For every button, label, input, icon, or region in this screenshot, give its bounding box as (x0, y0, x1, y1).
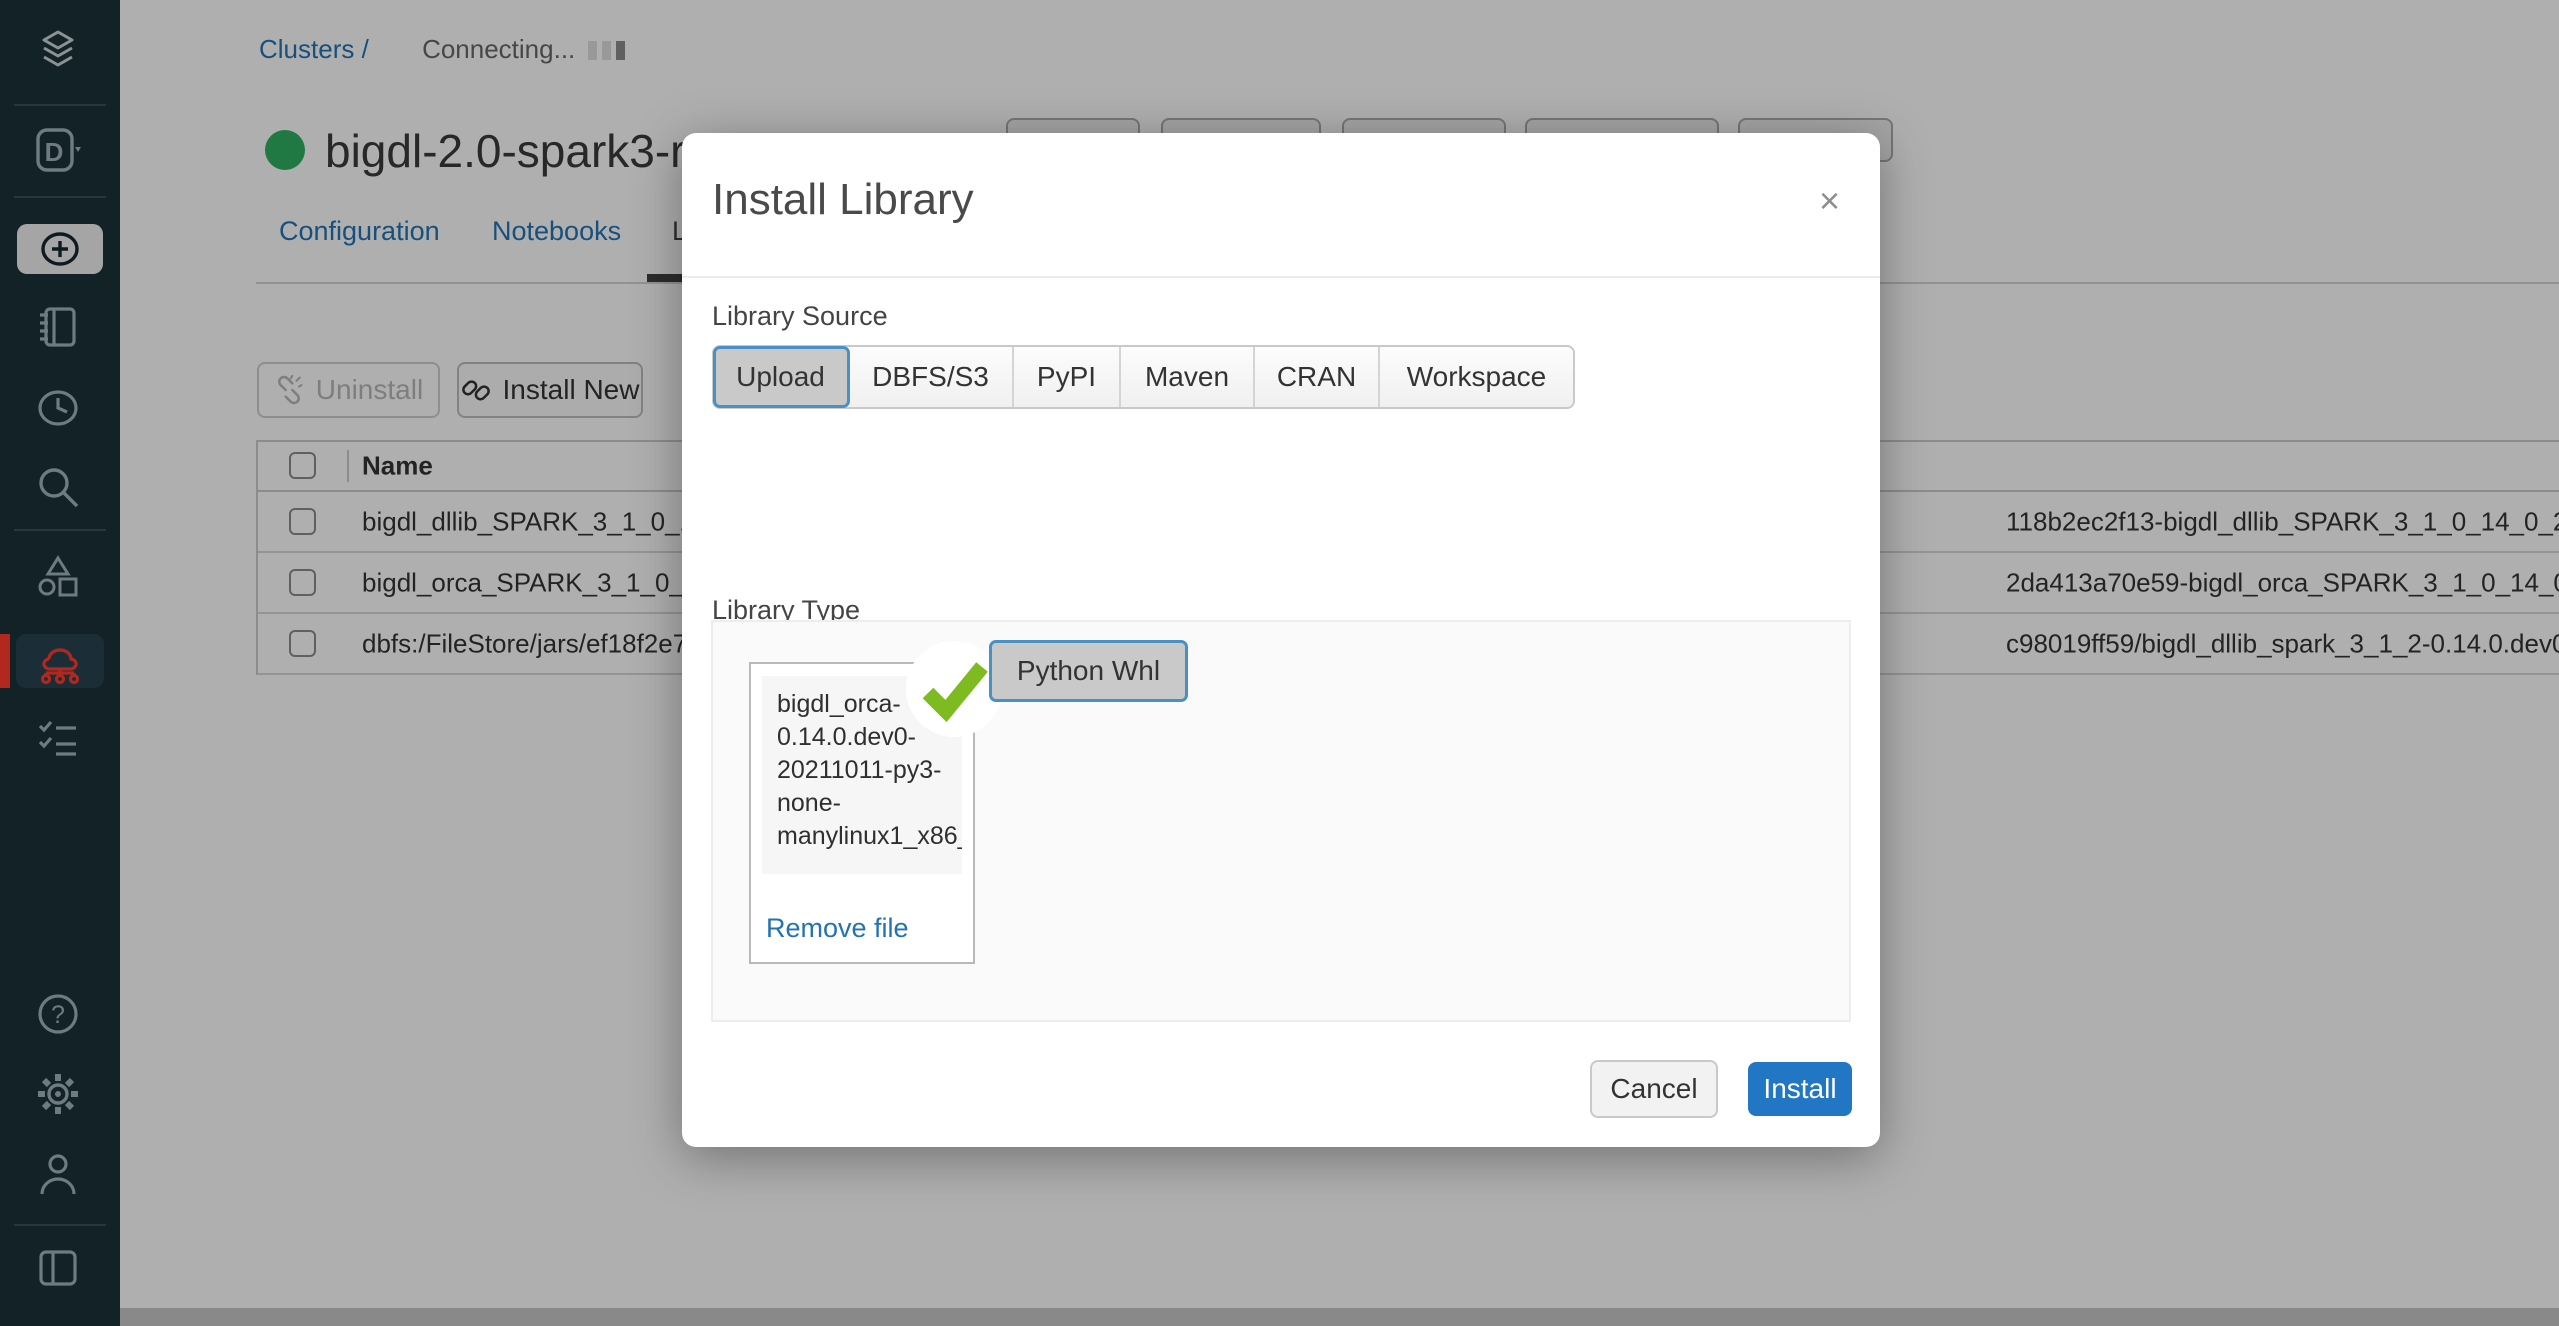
modal-header: Install Library × (682, 133, 1880, 278)
library-source-label: Library Source (712, 301, 888, 332)
source-option-upload[interactable]: Upload (714, 347, 849, 407)
close-icon[interactable]: × (1819, 183, 1840, 219)
install-button[interactable]: Install (1748, 1062, 1852, 1116)
file-drop-zone[interactable]: bigdl_orca- 0.14.0.dev0- 20211011-py3- n… (711, 620, 1851, 1022)
source-option-dbfs-s3[interactable]: DBFS/S3 (849, 347, 1014, 407)
source-option-pypi[interactable]: PyPI (1014, 347, 1121, 407)
library-source-group: Upload DBFS/S3 PyPI Maven CRAN Workspace (712, 345, 1575, 409)
type-option-python-whl[interactable]: Python Whl (990, 641, 1187, 701)
source-option-maven[interactable]: Maven (1121, 347, 1255, 407)
install-library-modal: Install Library × Library Source Upload … (682, 133, 1880, 1147)
source-option-workspace[interactable]: Workspace (1380, 347, 1573, 407)
uploaded-file-tile: bigdl_orca- 0.14.0.dev0- 20211011-py3- n… (749, 662, 975, 964)
cancel-button[interactable]: Cancel (1590, 1060, 1718, 1118)
modal-title: Install Library (712, 175, 974, 225)
source-option-cran[interactable]: CRAN (1255, 347, 1380, 407)
check-icon (906, 641, 1002, 737)
remove-file-link[interactable]: Remove file (766, 913, 909, 944)
upload-success-badge (906, 641, 1002, 737)
